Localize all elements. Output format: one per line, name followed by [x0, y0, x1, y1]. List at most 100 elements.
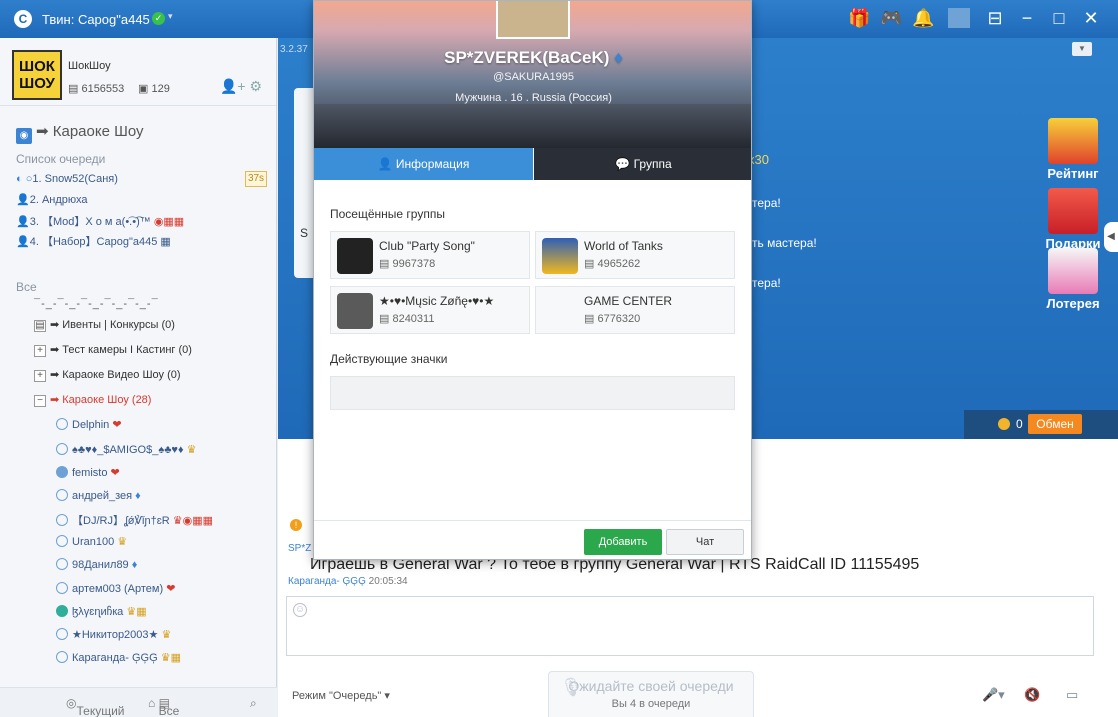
- channel-folder-active[interactable]: − ➡ Караоке Шоу (28): [34, 393, 151, 407]
- user-icon: [56, 582, 68, 594]
- gamepad-icon[interactable]: 🎮: [880, 8, 902, 29]
- active-badges-title: Действующие значки: [330, 352, 448, 366]
- add-friend-button[interactable]: Добавить: [584, 529, 662, 555]
- world-of-tanks-logo-icon: [542, 238, 578, 274]
- add-member-icon[interactable]: 👤+: [220, 78, 246, 94]
- sender-name: SP*Z: [288, 543, 312, 554]
- collapse-arrow-icon[interactable]: ◀: [1104, 222, 1118, 252]
- user-item[interactable]: Uran100 ♛: [56, 535, 127, 548]
- channel-folder[interactable]: + ➡ Тест камеры I Кастинг (0): [34, 343, 192, 357]
- group-card-id: ▤ 6776320: [584, 313, 641, 325]
- online-status-icon: ✓: [152, 12, 165, 25]
- chat-input[interactable]: ☺: [286, 596, 1094, 656]
- user-icon: [56, 535, 68, 547]
- heart-badge-icon: ❤: [110, 467, 120, 479]
- profile-cover: SP*ZVEREK(BaCeK) ♦ @SAKURA1995 Мужчина .…: [314, 1, 751, 148]
- close-icon[interactable]: ✕: [1080, 8, 1102, 29]
- crown-badge-icon: ♛: [186, 444, 197, 456]
- speaker-mute-icon[interactable]: 🔇: [1024, 687, 1040, 703]
- message-author[interactable]: Караганда- ĢĢĢ: [288, 576, 366, 587]
- user-item[interactable]: Караганда- ĢĢĢ ♛▦: [56, 651, 181, 664]
- coin-bar: 0 Обмен: [964, 410, 1118, 439]
- maximize-icon[interactable]: □: [1048, 8, 1070, 29]
- user-icon: 👤: [16, 236, 30, 248]
- lottery-icon: [1048, 248, 1098, 294]
- message-meta: Караганда- ĢĢĢ 20:05:34: [288, 576, 408, 587]
- group-card[interactable]: Club "Party Song" ▤ 9967378: [330, 231, 530, 279]
- user-item[interactable]: femisto ❤: [56, 466, 120, 479]
- music-zone-logo-icon: [337, 293, 373, 329]
- channel-folder[interactable]: + ➡ Караоке Видео Шоу (0): [34, 368, 181, 382]
- group-card-name: World of Tanks: [584, 239, 663, 253]
- exchange-button[interactable]: Обмен: [1028, 414, 1082, 434]
- all-title: Все: [16, 280, 37, 294]
- user-meta: Мужчина . 16 . Russia (Россия): [455, 92, 612, 104]
- user-item[interactable]: 98Данил89 ♦: [56, 558, 137, 571]
- chat-button[interactable]: Чат: [666, 529, 744, 555]
- visited-groups-title: Посещённые группы: [330, 207, 445, 221]
- user-item[interactable]: ★Никитор2003★ ♛: [56, 628, 171, 641]
- coin-icon: [998, 418, 1010, 430]
- user-item[interactable]: ♠♣♥♦_$AMIGO$_♠♣♥♦ ♛: [56, 443, 197, 456]
- gift-icon[interactable]: 🎁: [848, 8, 870, 29]
- tab-info[interactable]: 👤 Информация: [314, 148, 533, 180]
- group-card[interactable]: ★•♥•Mųsic Zøñę•♥•★ ▤ 8240311: [330, 286, 530, 334]
- minimize-icon[interactable]: −: [1016, 8, 1038, 29]
- user-avatar[interactable]: [496, 1, 570, 39]
- mic-mute-icon[interactable]: 🎤▾: [982, 687, 1005, 703]
- queue-item[interactable]: ◐ ○1. Snow52(Саня): [16, 173, 118, 185]
- rating-icon: [1048, 118, 1098, 164]
- minimize-to-tray-icon[interactable]: ⊟: [984, 8, 1006, 29]
- crown-badge-icon: ♛▦: [126, 606, 147, 618]
- gifts-button[interactable]: Подарки: [1042, 188, 1104, 251]
- rating-button[interactable]: Рейтинг: [1042, 118, 1104, 181]
- current-tab[interactable]: ◎ Текущий: [66, 696, 124, 717]
- search-icon[interactable]: ⌕: [250, 696, 257, 711]
- queue-position: Вы 4 в очереди: [611, 698, 691, 710]
- group-card[interactable]: World of Tanks ▤ 4965262: [535, 231, 735, 279]
- group-id: ▤ 6156553: [68, 83, 125, 95]
- recorder-icon[interactable]: ▭: [1066, 687, 1078, 703]
- lottery-button[interactable]: Лотерея: [1042, 248, 1104, 311]
- bell-icon[interactable]: 🔔: [912, 8, 934, 29]
- coin-balance: 0: [1016, 417, 1023, 431]
- window-title: Твин: Capog"a445: [42, 12, 150, 27]
- titlebar-controls: 🎁 🎮 🔔 ⊟ − □ ✕: [848, 8, 1102, 29]
- queue-item[interactable]: 👤2. Андрюха: [16, 193, 88, 206]
- queue-item[interactable]: 👤3. 【Mod】X o м a(•͡.•͡)™ ◉▦▦: [16, 213, 184, 229]
- group-avatar[interactable]: ШОК ШОУ: [12, 50, 62, 100]
- microphone-icon: 🎙: [560, 677, 583, 697]
- settings-icon[interactable]: ⚙: [249, 78, 262, 94]
- heart-badge-icon: ❤: [166, 583, 176, 595]
- group-card[interactable]: GAME CENTER ▤ 6776320: [535, 286, 735, 334]
- queue-item[interactable]: 👤4. 【Набор】Capog"a445 ▦: [16, 233, 171, 249]
- left-footer: ◎ Текущий ⌂ Все ▤ ⌕: [0, 687, 277, 717]
- channel-folder[interactable]: ▤ ➡ Ивенты | Конкурсы (0): [34, 318, 175, 332]
- stage-chat-line: ть мастера!: [752, 236, 817, 250]
- profile-tabs: 👤 Информация 💬 Группа: [314, 148, 751, 180]
- tab-group[interactable]: 💬 Группа: [534, 148, 751, 180]
- separator-channel[interactable]: ¯-_-¯-_-¯-_-¯-_-¯-_-¯: [34, 298, 159, 310]
- user-item[interactable]: андрей_зея ♦: [56, 489, 141, 502]
- user-profile-dialog: SP*ZVEREK(BaCeK) ♦ @SAKURA1995 Мужчина .…: [313, 0, 752, 560]
- warning-icon: !: [290, 519, 302, 531]
- group-card-id: ▤ 8240311: [379, 313, 435, 325]
- badges-icon: ◉▦▦: [153, 216, 185, 228]
- user-icon: [56, 443, 68, 455]
- stage-dropdown-button[interactable]: ▼: [1072, 42, 1092, 56]
- emoji-icon[interactable]: ☺: [293, 603, 307, 617]
- all-tab[interactable]: ⌂ Все ▤: [148, 696, 179, 717]
- user-item[interactable]: ɮλγɛɳиჩкa ♛▦: [56, 605, 147, 618]
- cps-logo-icon: [337, 238, 373, 274]
- user-item[interactable]: артем003 (Артем) ❤: [56, 582, 175, 595]
- raidcall-logo-icon: C: [14, 10, 32, 28]
- user-item[interactable]: Delphin ❤: [56, 418, 122, 431]
- group-actions: 👤+ ⚙: [220, 78, 262, 95]
- user-icon: [56, 558, 68, 570]
- user-icon: [56, 628, 68, 640]
- stage-chat-line: тера!: [752, 196, 781, 210]
- mode-select[interactable]: Режим "Очередь" ▾: [292, 689, 390, 702]
- art-badge-icon: ▦: [160, 236, 171, 248]
- user-item[interactable]: 【DJ/RJ】ʆǿ℣ǐɲ†ɛR ♛◉▦▦: [56, 512, 213, 528]
- status-dropdown-icon[interactable]: ▾: [168, 11, 173, 22]
